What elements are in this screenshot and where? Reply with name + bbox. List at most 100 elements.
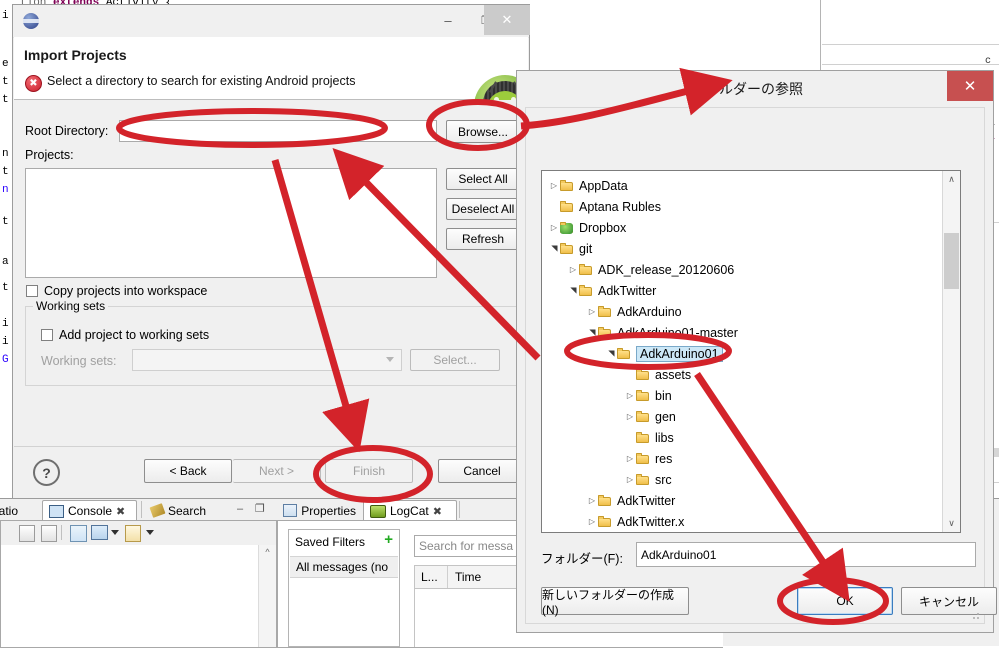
chevron-down-icon[interactable]: ◢ bbox=[550, 243, 559, 255]
tree-item-gen[interactable]: ▷gen bbox=[624, 406, 676, 427]
maximize-view-icon[interactable]: ❐ bbox=[255, 502, 265, 515]
tree-item-adk-release-20120606[interactable]: ▷ADK_release_20120606 bbox=[567, 259, 734, 280]
chevron-down-icon[interactable]: ◢ bbox=[607, 348, 616, 360]
tab-properties[interactable]: Properties bbox=[277, 500, 362, 521]
select-all-button[interactable]: Select All bbox=[446, 168, 520, 190]
help-icon[interactable]: ? bbox=[33, 459, 60, 486]
deselect-all-button[interactable]: Deselect All bbox=[446, 198, 520, 220]
error-icon: ✖ bbox=[25, 75, 42, 92]
tab-console[interactable]: Console ✖ bbox=[42, 500, 137, 521]
chevron-right-icon[interactable]: ▷ bbox=[624, 412, 636, 421]
back-button[interactable]: < Back bbox=[144, 459, 232, 483]
chevron-right-icon[interactable]: ▷ bbox=[586, 307, 598, 316]
display-console-icon[interactable] bbox=[91, 525, 108, 540]
tree-item-aptana-rubles[interactable]: Aptana Rubles bbox=[548, 196, 661, 217]
tree-item-res[interactable]: ▷res bbox=[624, 448, 672, 469]
tree-item-git[interactable]: ◢git bbox=[548, 238, 592, 259]
minimize-view-icon[interactable]: – bbox=[237, 503, 243, 515]
projects-list[interactable] bbox=[25, 168, 437, 278]
browse-dialog-titlebar[interactable]: フォルダーの参照 ✕ bbox=[517, 71, 993, 107]
close-button[interactable]: ✕ bbox=[484, 5, 530, 35]
root-directory-input[interactable] bbox=[119, 120, 437, 142]
tree-item-bin[interactable]: ▷bin bbox=[624, 385, 672, 406]
tab-logcat[interactable]: LogCat ✖ bbox=[363, 500, 457, 521]
pin-console-icon[interactable] bbox=[70, 525, 87, 542]
add-to-working-sets-checkbox[interactable] bbox=[41, 329, 53, 341]
ok-button[interactable]: OK bbox=[797, 587, 893, 615]
tree-item-adktwitter-x[interactable]: ▷AdkTwitter.x bbox=[586, 511, 684, 532]
tree-item-dropbox[interactable]: ▷Dropbox bbox=[548, 217, 626, 238]
chevron-down-icon[interactable]: ◢ bbox=[588, 327, 597, 339]
tree-item-adktwitter[interactable]: ▷AdkTwitter bbox=[586, 490, 675, 511]
column-header-level[interactable]: L... bbox=[421, 570, 438, 584]
open-console-icon[interactable] bbox=[125, 525, 141, 542]
finish-button[interactable]: Finish bbox=[325, 459, 413, 483]
tab-declaration[interactable]: aratio bbox=[0, 500, 48, 521]
scroll-lock-icon[interactable] bbox=[41, 525, 57, 542]
working-sets-select-button[interactable]: Select... bbox=[410, 349, 500, 371]
import-dialog-footer: ? < Back Next > Finish Cancel bbox=[14, 446, 528, 497]
folder-icon bbox=[579, 285, 593, 297]
scroll-down-icon[interactable]: ∨ bbox=[943, 515, 960, 532]
folder-tree[interactable]: ▷AppDataAptana Rubles▷Dropbox◢git▷ADK_re… bbox=[541, 170, 961, 533]
code-line-margin: e bbox=[2, 58, 9, 70]
console-icon bbox=[49, 505, 64, 518]
tree-item-src[interactable]: ▷src bbox=[624, 469, 672, 490]
tree-item-adktwitter[interactable]: ◢AdkTwitter bbox=[567, 280, 656, 301]
clear-console-icon[interactable] bbox=[19, 525, 35, 542]
console-scrollbar[interactable]: ^ bbox=[258, 545, 276, 647]
working-sets-group-label: Working sets bbox=[33, 299, 108, 313]
chevron-right-icon[interactable]: ▷ bbox=[624, 475, 636, 484]
close-icon[interactable]: ✖ bbox=[433, 505, 442, 518]
chevron-right-icon[interactable]: ▷ bbox=[624, 454, 636, 463]
import-dialog-header: Import Projects ✖ Select a directory to … bbox=[14, 37, 528, 100]
add-filter-icon[interactable]: + bbox=[384, 534, 393, 546]
browse-cancel-button[interactable]: キャンセル bbox=[901, 587, 997, 615]
chevron-right-icon[interactable]: ▷ bbox=[586, 496, 598, 505]
chevron-right-icon[interactable]: ▷ bbox=[567, 265, 579, 274]
tree-item-appdata[interactable]: ▷AppData bbox=[548, 175, 628, 196]
chevron-right-icon[interactable]: ▷ bbox=[548, 181, 560, 190]
code-line-margin: i bbox=[2, 318, 9, 330]
minimize-button[interactable]: – bbox=[427, 6, 469, 34]
working-sets-combo[interactable] bbox=[132, 349, 402, 371]
next-button[interactable]: Next > bbox=[233, 459, 321, 483]
scroll-up-icon[interactable]: ∧ bbox=[943, 171, 960, 188]
tree-item-assets[interactable]: assets bbox=[624, 364, 691, 385]
resize-grip-icon[interactable] bbox=[970, 610, 980, 620]
copy-projects-checkbox-row[interactable]: Copy projects into workspace bbox=[26, 284, 207, 298]
close-icon[interactable]: ✖ bbox=[116, 505, 125, 518]
new-folder-button[interactable]: 新しいフォルダーの作成(N) bbox=[541, 587, 689, 615]
tree-item-adkarduino01-master[interactable]: ◢AdkArduino01-master bbox=[586, 322, 738, 343]
close-button[interactable]: ✕ bbox=[947, 71, 993, 101]
display-console-dropdown-icon[interactable] bbox=[111, 530, 119, 535]
tab-search[interactable]: Search bbox=[145, 500, 237, 521]
folder-icon bbox=[636, 432, 650, 444]
tab-logcat-label: LogCat bbox=[390, 504, 429, 518]
import-dialog-titlebar[interactable]: – ❐ ✕ bbox=[13, 5, 529, 38]
add-to-working-sets-checkbox-row[interactable]: Add project to working sets bbox=[41, 328, 209, 342]
scroll-up-icon[interactable]: ^ bbox=[259, 545, 276, 559]
tab-properties-label: Properties bbox=[301, 504, 356, 518]
chevron-down-icon[interactable]: ◢ bbox=[569, 285, 578, 297]
tree-item-adkarduino[interactable]: ▷AdkArduino bbox=[586, 301, 682, 322]
scrollbar-thumb[interactable] bbox=[944, 233, 959, 289]
open-console-dropdown-icon[interactable] bbox=[146, 530, 154, 535]
chevron-right-icon[interactable]: ▷ bbox=[548, 223, 560, 232]
chevron-right-icon[interactable]: ▷ bbox=[624, 391, 636, 400]
folder-icon bbox=[560, 243, 574, 255]
copy-projects-checkbox[interactable] bbox=[26, 285, 38, 297]
folder-tree-scrollbar[interactable]: ∧ ∨ bbox=[942, 171, 960, 532]
browse-button[interactable]: Browse... bbox=[446, 120, 520, 143]
tree-item-libs[interactable]: libs bbox=[624, 427, 674, 448]
chevron-down-icon[interactable] bbox=[386, 357, 394, 362]
chevron-right-icon[interactable]: ▷ bbox=[586, 517, 598, 526]
console-output-area[interactable] bbox=[1, 545, 259, 647]
column-header-time[interactable]: Time bbox=[455, 570, 481, 584]
tree-item-adkarduino01[interactable]: ◢AdkArduino01 bbox=[605, 343, 723, 364]
filter-item-all-messages[interactable]: All messages (no bbox=[290, 556, 398, 578]
refresh-button[interactable]: Refresh bbox=[446, 228, 520, 250]
folder-name-input[interactable]: AdkArduino01 bbox=[636, 542, 976, 567]
page-title: Import Projects bbox=[24, 47, 127, 63]
cancel-button[interactable]: Cancel bbox=[438, 459, 526, 483]
